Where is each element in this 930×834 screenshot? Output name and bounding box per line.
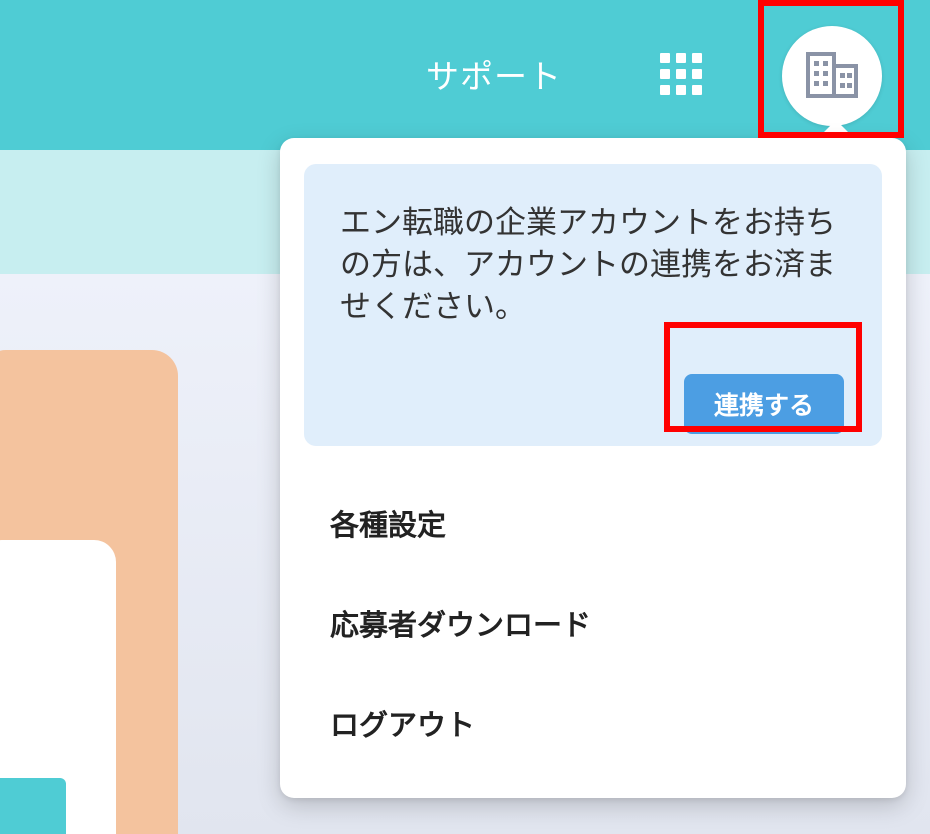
support-link[interactable]: サポート (426, 50, 562, 98)
account-menu-button[interactable] (782, 26, 882, 126)
menu-item-applicant-download[interactable]: 応募者ダウンロード (330, 602, 591, 644)
grid-icon[interactable] (660, 53, 702, 95)
link-account-button[interactable]: 連携する (684, 374, 844, 434)
building-icon (806, 52, 858, 98)
menu-item-logout[interactable]: ログアウト (330, 702, 475, 744)
menu-item-settings[interactable]: 各種設定 (330, 502, 446, 544)
notice-text: エン転職の企業アカウントをお持ちの方は、アカウントの連携をお済ませください。 (340, 205, 836, 325)
teal-block[interactable] (0, 778, 66, 834)
app-page: サポート エン転職の企業アカウントをお持ちの方は、アカウントの連携をお済ませくだ… (0, 0, 930, 834)
account-link-notice: エン転職の企業アカウントをお持ちの方は、アカウントの連携をお済ませください。 連… (304, 164, 882, 446)
account-dropdown: エン転職の企業アカウントをお持ちの方は、アカウントの連携をお済ませください。 連… (280, 138, 906, 798)
dropdown-arrow (824, 120, 848, 132)
